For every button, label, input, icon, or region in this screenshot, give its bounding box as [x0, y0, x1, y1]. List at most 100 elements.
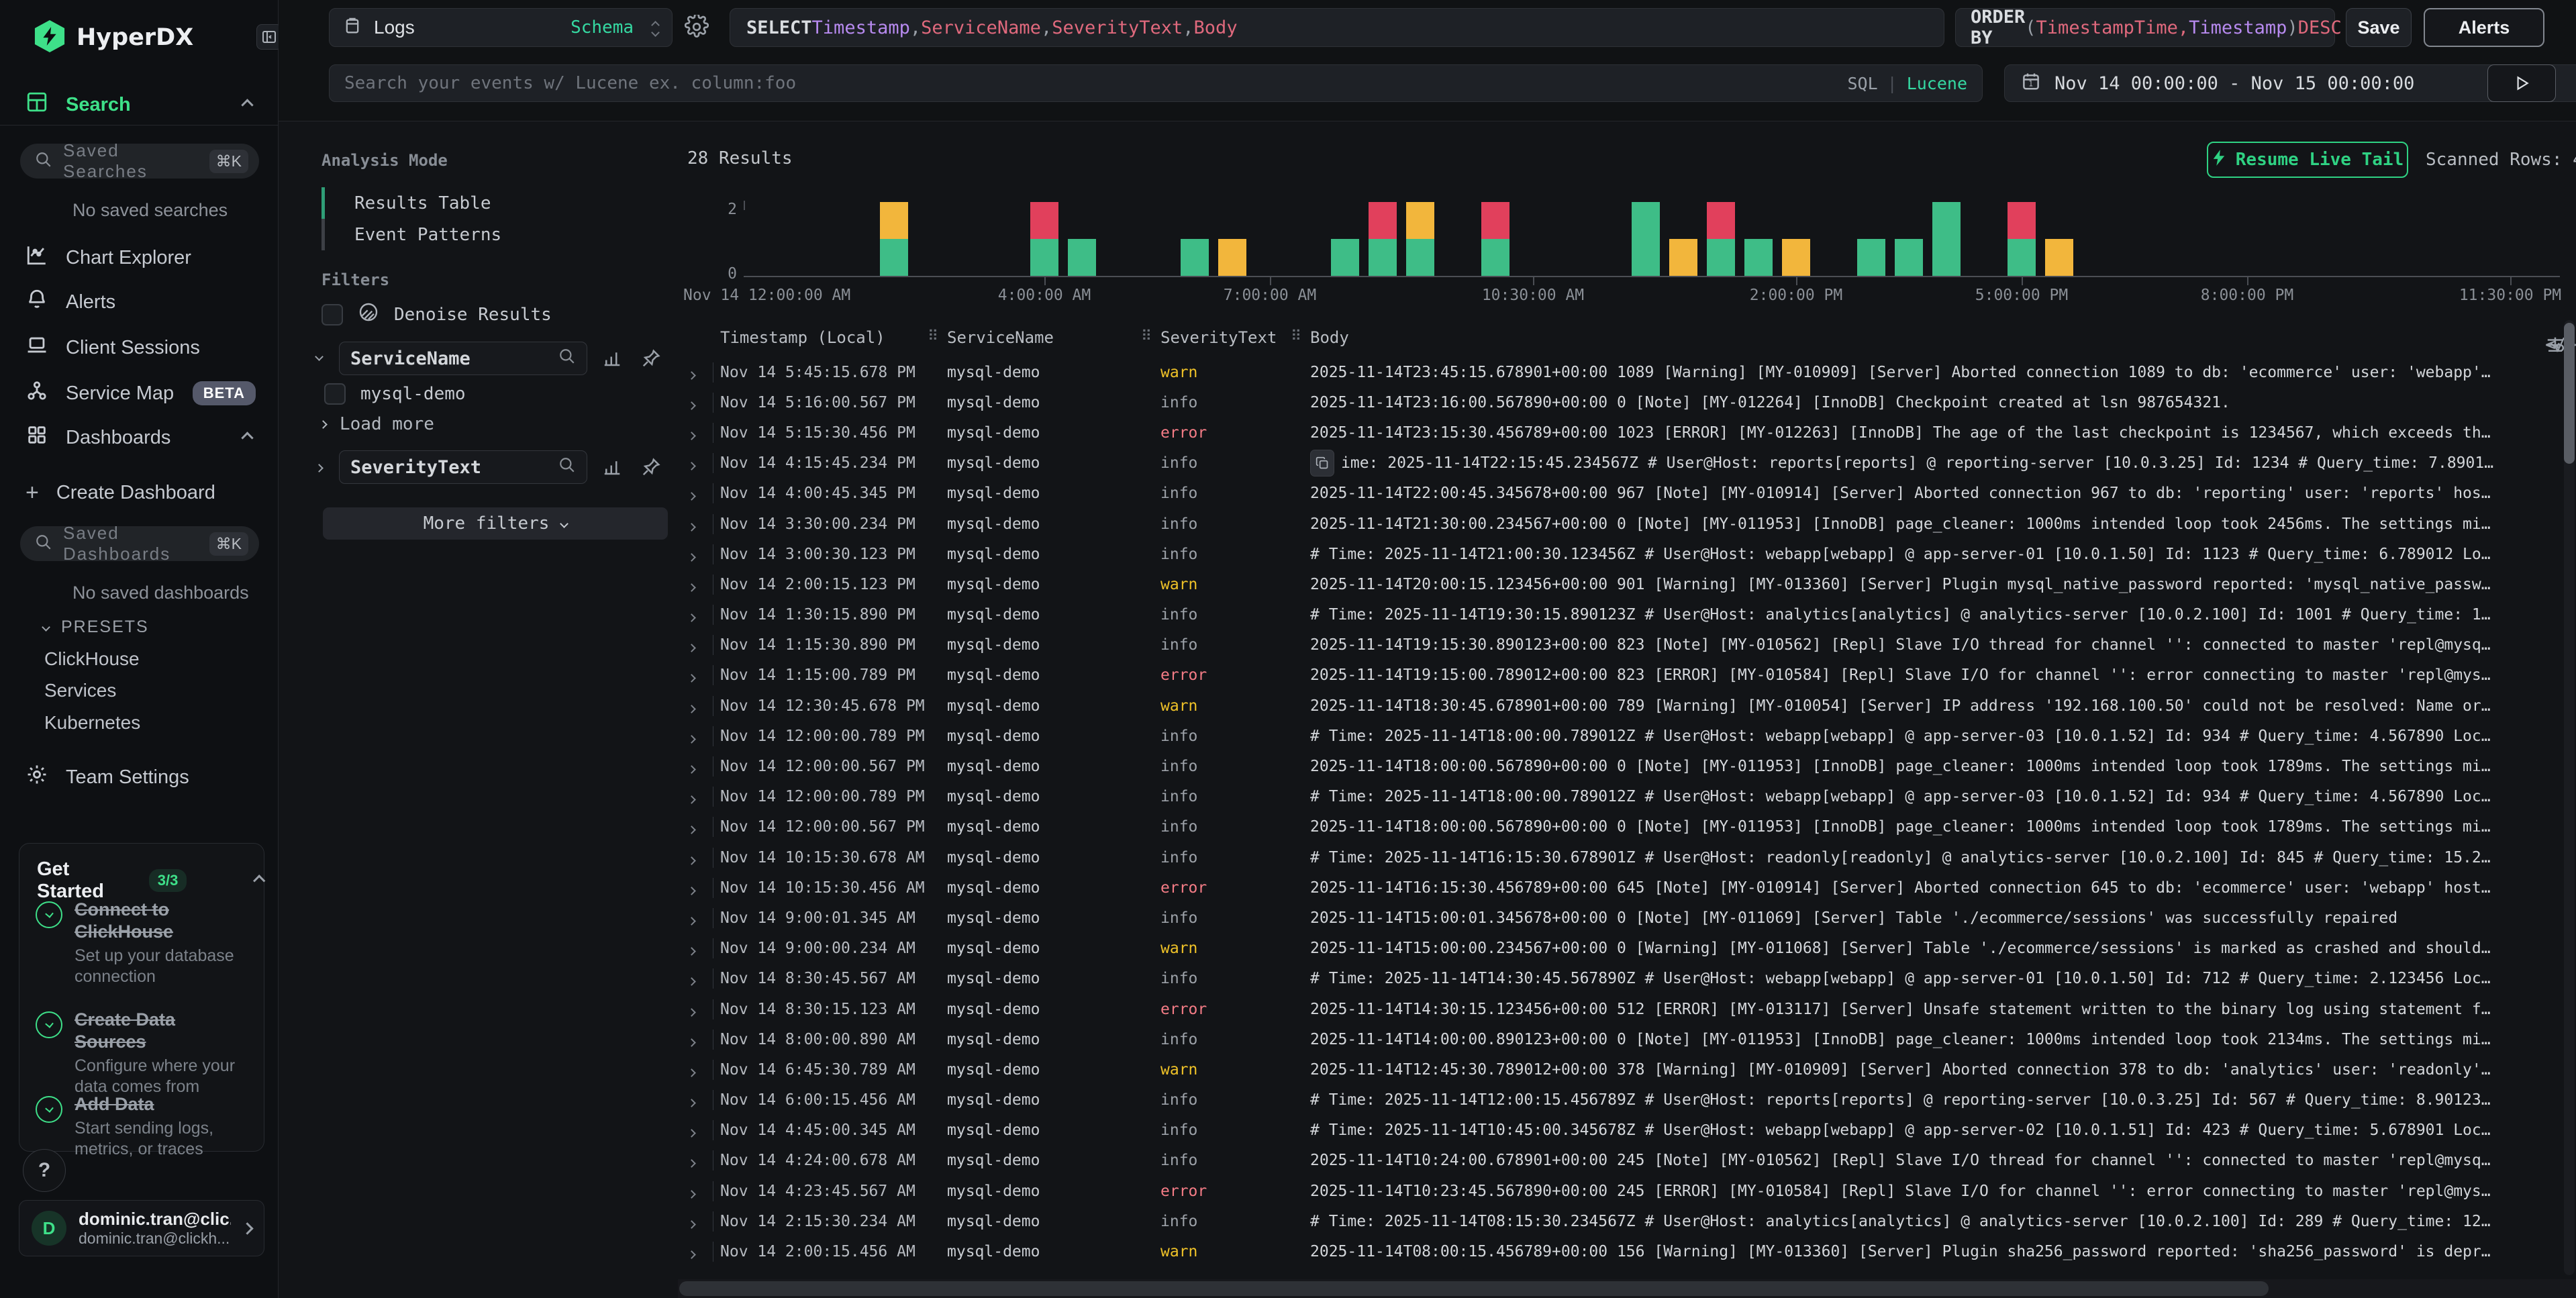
log-row[interactable]: Nov 14 8:30:45.567 AM mysql-demo info # …: [678, 964, 2576, 994]
log-row[interactable]: Nov 14 4:00:45.345 PM mysql-demo info 20…: [678, 479, 2576, 509]
expand-row-chevron[interactable]: [687, 765, 696, 774]
chart-facet-icon[interactable]: [602, 348, 622, 372]
col-header-timestamp[interactable]: Timestamp (Local): [720, 328, 885, 347]
drag-handle-icon[interactable]: ⠿: [1141, 328, 1150, 345]
preset-services[interactable]: Services: [44, 680, 116, 701]
expand-row-chevron[interactable]: [687, 1160, 696, 1168]
sql-select-editor[interactable]: SELECT Timestamp,ServiceName,SeverityTex…: [730, 8, 1944, 47]
expand-row-chevron[interactable]: [687, 887, 696, 895]
saved-searches-input[interactable]: Saved Searches ⌘K: [20, 144, 259, 179]
histogram-bar[interactable]: [1632, 202, 1660, 276]
chevron-up-icon[interactable]: [254, 875, 266, 887]
log-row[interactable]: Nov 14 4:24:00.678 AM mysql-demo info 20…: [678, 1146, 2576, 1176]
sidebar-item-dashboards[interactable]: Dashboards: [0, 419, 279, 456]
results-histogram[interactable]: 2 0 Nov 14 12:00:00 AM4:00:00 AM7:00:00 …: [678, 201, 2576, 311]
log-row[interactable]: Nov 14 5:15:30.456 PM mysql-demo error 2…: [678, 417, 2576, 448]
save-button[interactable]: Save: [2346, 8, 2412, 47]
sidebar-item-client-sessions[interactable]: Client Sessions: [0, 329, 279, 366]
saved-dashboards-input[interactable]: Saved Dashboards ⌘K: [20, 526, 259, 561]
mode-event-patterns[interactable]: Event Patterns: [321, 219, 671, 250]
log-row[interactable]: Nov 14 12:30:45.678 PM mysql-demo warn 2…: [678, 691, 2576, 721]
download-icon[interactable]: [2545, 335, 2565, 359]
expand-row-chevron[interactable]: [687, 856, 696, 865]
task-connect-clickhouse[interactable]: Connect to ClickHouse Set up your databa…: [36, 899, 250, 987]
col-header-body[interactable]: Body: [1310, 328, 1349, 347]
histogram-bar[interactable]: [880, 202, 908, 276]
log-row[interactable]: Nov 14 12:00:00.567 PM mysql-demo info 2…: [678, 812, 2576, 842]
histogram-bar[interactable]: [1669, 239, 1697, 276]
task-add-data[interactable]: Add Data Start sending logs, metrics, or…: [36, 1093, 250, 1160]
expand-row-chevron[interactable]: [687, 401, 696, 410]
histogram-bar[interactable]: [1218, 239, 1246, 276]
help-button[interactable]: ?: [23, 1149, 66, 1192]
preset-kubernetes[interactable]: Kubernetes: [44, 712, 140, 734]
log-row[interactable]: Nov 14 6:00:15.456 AM mysql-demo info # …: [678, 1085, 2576, 1115]
log-row[interactable]: Nov 14 1:15:00.789 PM mysql-demo error 2…: [678, 660, 2576, 691]
filter-value-mysql-demo[interactable]: mysql-demo: [324, 383, 466, 405]
pin-icon[interactable]: [641, 457, 661, 481]
log-row[interactable]: Nov 14 8:30:15.123 AM mysql-demo error 2…: [678, 994, 2576, 1024]
task-create-data-sources[interactable]: Create Data Sources Configure where your…: [36, 1009, 250, 1097]
checkbox[interactable]: [321, 304, 343, 326]
histogram-bar[interactable]: [1857, 239, 1885, 276]
expand-row-chevron[interactable]: [687, 462, 696, 470]
expand-row-chevron[interactable]: [687, 1068, 696, 1077]
horizontal-scrollbar-thumb[interactable]: [679, 1281, 2269, 1296]
expand-row-chevron[interactable]: [687, 492, 696, 501]
preset-clickhouse[interactable]: ClickHouse: [44, 648, 140, 670]
histogram-bar[interactable]: [1744, 239, 1773, 276]
expand-row-chevron[interactable]: [687, 644, 696, 652]
expand-row-chevron[interactable]: [687, 1008, 696, 1017]
log-row[interactable]: Nov 14 9:00:00.234 AM mysql-demo warn 20…: [678, 934, 2576, 964]
chart-facet-icon[interactable]: [602, 457, 622, 481]
log-row[interactable]: Nov 14 3:00:30.123 PM mysql-demo info # …: [678, 539, 2576, 569]
histogram-bar[interactable]: [2008, 202, 2036, 276]
sidebar-item-service-map[interactable]: Service Map BETA: [0, 375, 279, 412]
col-header-servicename[interactable]: ServiceName: [947, 328, 1054, 347]
histogram-bar[interactable]: [2045, 239, 2073, 276]
expand-row-chevron[interactable]: [687, 1220, 696, 1229]
drag-handle-icon[interactable]: ⠿: [928, 328, 937, 345]
log-row[interactable]: Nov 14 10:15:30.456 AM mysql-demo error …: [678, 872, 2576, 903]
checkbox[interactable]: [324, 383, 346, 405]
sidebar-item-team-settings[interactable]: Team Settings: [0, 758, 279, 796]
expand-row-chevron[interactable]: [687, 1129, 696, 1138]
histogram-bar[interactable]: [1030, 202, 1058, 276]
histogram-bar[interactable]: [1369, 202, 1397, 276]
histogram-bar[interactable]: [1481, 202, 1509, 276]
alerts-button[interactable]: Alerts: [2424, 8, 2544, 47]
expand-row-chevron[interactable]: [687, 705, 696, 713]
sidebar-item-search[interactable]: Search: [0, 86, 279, 123]
histogram-bar[interactable]: [1895, 239, 1923, 276]
copy-icon[interactable]: [1310, 450, 1334, 477]
histogram-bar[interactable]: [1782, 239, 1810, 276]
expand-row-chevron[interactable]: [687, 371, 696, 380]
expand-row-chevron[interactable]: [687, 432, 696, 440]
histogram-bar[interactable]: [1068, 239, 1096, 276]
log-row[interactable]: Nov 14 3:30:00.234 PM mysql-demo info 20…: [678, 509, 2576, 539]
log-row[interactable]: Nov 14 4:15:45.234 PM mysql-demo info im…: [678, 448, 2576, 479]
expand-row-chevron[interactable]: [687, 917, 696, 926]
resume-live-tail-button[interactable]: Resume Live Tail: [2207, 142, 2408, 178]
expand-row-chevron[interactable]: [687, 795, 696, 804]
histogram-bar[interactable]: [1331, 239, 1359, 276]
expand-row-chevron[interactable]: [687, 675, 696, 683]
log-row[interactable]: Nov 14 9:00:01.345 AM mysql-demo info 20…: [678, 903, 2576, 933]
expand-row-chevron[interactable]: [687, 826, 696, 835]
log-row[interactable]: Nov 14 8:00:00.890 AM mysql-demo info 20…: [678, 1024, 2576, 1054]
log-row[interactable]: Nov 14 12:00:00.789 PM mysql-demo info #…: [678, 721, 2576, 751]
sql-order-by-editor[interactable]: ORDER BY (TimestampTime, Timestamp) DESC: [1955, 8, 2335, 47]
vertical-scrollbar-thumb[interactable]: [2564, 323, 2575, 464]
presets-section-toggle[interactable]: PRESETS: [43, 617, 149, 637]
log-row[interactable]: Nov 14 12:00:00.789 PM mysql-demo info #…: [678, 782, 2576, 812]
expand-row-chevron[interactable]: [687, 977, 696, 986]
histogram-bar[interactable]: [1181, 239, 1209, 276]
expand-row-chevron[interactable]: [687, 523, 696, 532]
log-row[interactable]: Nov 14 2:00:15.123 PM mysql-demo warn 20…: [678, 569, 2576, 599]
expand-row-chevron[interactable]: [687, 583, 696, 592]
log-row[interactable]: Nov 14 2:15:30.234 AM mysql-demo info # …: [678, 1206, 2576, 1236]
sidebar-item-chart-explorer[interactable]: Chart Explorer: [0, 239, 279, 277]
mode-results-table[interactable]: Results Table: [321, 187, 671, 219]
expand-row-chevron[interactable]: [687, 735, 696, 744]
col-header-severitytext[interactable]: SeverityText: [1160, 328, 1277, 347]
